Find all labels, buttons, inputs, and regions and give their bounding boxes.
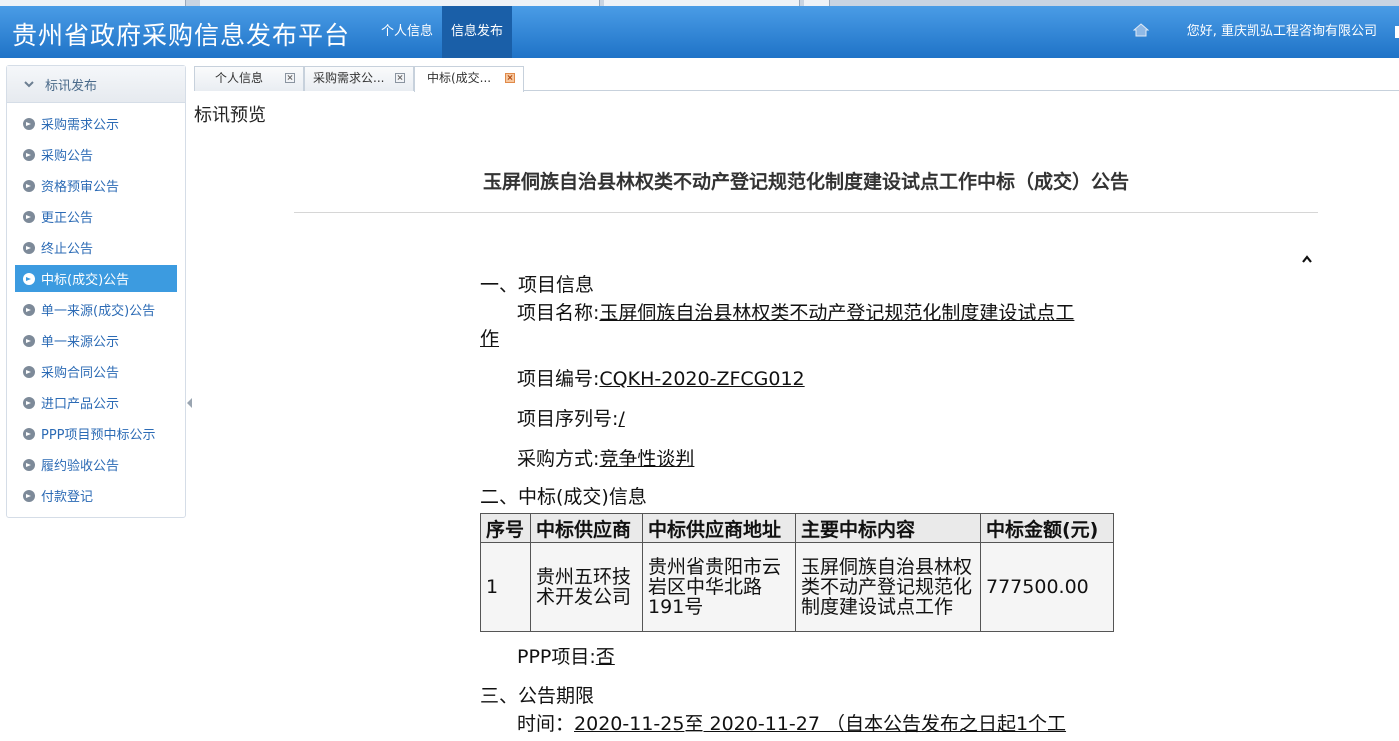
overflow-icon[interactable]: [1395, 26, 1399, 38]
document-title: 玉屏侗族自治县林权类不动产登记规范化制度建设试点工作中标（成交）公告: [482, 171, 1129, 193]
sidebar: 标讯发布 采购需求公示 采购公告 资格预审公告 更正公告 终止公告 中标(成交)…: [6, 65, 186, 518]
sidebar-item-single-source-award[interactable]: 单一来源(成交)公告: [15, 296, 177, 323]
project-name-row: 项目名称:玉屏侗族自治县林权类不动产登记规范化制度建设试点工: [480, 300, 1120, 326]
chevron-down-icon: [24, 81, 34, 88]
sidebar-list: 采购需求公示 采购公告 资格预审公告 更正公告 终止公告 中标(成交)公告 单一…: [7, 103, 185, 509]
time-row: 时间：2020-11-25至 2020-11-27 （自本公告发布之日起1个工: [480, 711, 1120, 737]
user-greeting: 您好, 重庆凯弘工程咨询有限公司: [1186, 24, 1377, 39]
col-header-content: 主要中标内容: [795, 513, 981, 543]
tab-personal-info[interactable]: 个人信息: [194, 66, 304, 91]
col-header-supplier: 中标供应商: [530, 513, 643, 543]
project-no-row: 项目编号:CQKH-2020-ZFCG012: [480, 366, 1120, 392]
table-header-row: 序号 中标供应商 中标供应商地址 主要中标内容 中标金额(元): [480, 513, 1114, 543]
section-period-heading: 三、公告期限: [480, 685, 595, 707]
arrow-circle-icon: [23, 427, 35, 440]
sidebar-item-ppp-pre-award[interactable]: PPP项目预中标公示: [15, 420, 177, 447]
close-icon[interactable]: [395, 73, 405, 83]
col-header-address: 中标供应商地址: [642, 513, 796, 543]
app-header: 贵州省政府采购信息发布平台 个人信息 信息发布 您好, 重庆凯弘工程咨询有限公司: [0, 6, 1399, 58]
sidebar-item-procurement-notice[interactable]: 采购公告: [15, 141, 177, 168]
serial-value: /: [618, 408, 625, 430]
nav-info-publish[interactable]: 信息发布: [442, 6, 513, 58]
brand-title: 贵州省政府采购信息发布平台: [12, 21, 351, 50]
arrow-circle-icon: [23, 303, 35, 316]
cell-amount: 777500.00: [980, 542, 1114, 632]
time-to: 至: [684, 713, 704, 735]
time-end: 2020-11-27 （自本公告发布之日起1个工: [703, 713, 1067, 735]
close-icon[interactable]: [285, 73, 295, 83]
chevron-up-icon[interactable]: [1300, 252, 1314, 266]
col-header-no: 序号: [480, 513, 531, 543]
ppp-row: PPP项目:否: [480, 644, 1120, 670]
home-icon[interactable]: [1133, 23, 1149, 37]
ppp-label: PPP项目:: [517, 646, 596, 668]
top-nav: 个人信息 信息发布: [372, 6, 513, 58]
serial-label: 项目序列号:: [517, 408, 619, 430]
method-row: 采购方式:竞争性谈判: [480, 446, 1120, 472]
method-value: 竞争性谈判: [599, 448, 695, 470]
close-icon[interactable]: [505, 73, 515, 83]
arrow-circle-icon: [23, 148, 35, 161]
table-row: 1 贵州五环技术开发公司 贵州省贵阳市云岩区中华北路191号 玉屏侗族自治县林权…: [480, 542, 1114, 632]
section-project-info-heading: 一、项目信息: [480, 274, 595, 296]
arrow-circle-icon: [23, 117, 35, 130]
sidebar-item-termination[interactable]: 终止公告: [15, 234, 177, 261]
time-start: 2020-11-25: [574, 713, 685, 735]
cell-supplier: 贵州五环技术开发公司: [530, 542, 643, 632]
arrow-circle-icon: [23, 179, 35, 192]
serial-row: 项目序列号:/: [480, 406, 1120, 432]
nav-personal-info[interactable]: 个人信息: [372, 6, 442, 58]
cell-no: 1: [480, 542, 531, 632]
time-label: 时间：: [517, 713, 575, 735]
col-header-amount: 中标金额(元): [980, 513, 1114, 543]
ppp-value: 否: [595, 646, 615, 668]
sidebar-item-award-notice[interactable]: 中标(成交)公告: [15, 265, 177, 292]
tab-award-notice[interactable]: 中标(成交...: [414, 66, 524, 92]
arrow-circle-icon: [23, 489, 35, 502]
project-no-label: 项目编号:: [517, 368, 600, 390]
content-tabs: 个人信息 采购需求公... 中标(成交...: [194, 66, 1399, 92]
sidebar-item-payment[interactable]: 付款登记: [15, 482, 177, 509]
sidebar-item-procurement-demand[interactable]: 采购需求公示: [15, 110, 177, 137]
section-award-heading: 二、中标(成交)信息: [480, 486, 647, 508]
project-name-wrap: 作: [480, 328, 500, 350]
title-divider: [294, 212, 1318, 213]
sidebar-title: 标讯发布: [45, 78, 98, 94]
method-label: 采购方式:: [517, 448, 600, 470]
arrow-circle-icon: [23, 458, 35, 471]
project-no-value: CQKH-2020-ZFCG012: [599, 368, 805, 390]
collapse-arrow-icon[interactable]: [187, 398, 192, 408]
sidebar-item-prequalification[interactable]: 资格预审公告: [15, 172, 177, 199]
arrow-circle-icon: [23, 241, 35, 254]
sidebar-item-single-source-notice[interactable]: 单一来源公示: [15, 327, 177, 354]
arrow-circle-icon: [23, 210, 35, 223]
arrow-circle-icon: [23, 272, 35, 285]
document-body: 一、项目信息 项目名称:玉屏侗族自治县林权类不动产登记规范化制度建设试点工 作 …: [480, 272, 1120, 512]
document-body-lower: PPP项目:否 三、公告期限 时间：2020-11-25至 2020-11-27…: [480, 644, 1120, 737]
tab-procurement-demand[interactable]: 采购需求公...: [304, 66, 414, 91]
project-name-label: 项目名称:: [517, 302, 600, 324]
cell-address: 贵州省贵阳市云岩区中华北路191号: [642, 542, 796, 632]
sidebar-item-contract-notice[interactable]: 采购合同公告: [15, 358, 177, 385]
award-table: 序号 中标供应商 中标供应商地址 主要中标内容 中标金额(元) 1 贵州五环技术…: [480, 513, 1114, 632]
sidebar-header[interactable]: 标讯发布: [7, 66, 185, 103]
arrow-circle-icon: [23, 365, 35, 378]
project-name-value: 玉屏侗族自治县林权类不动产登记规范化制度建设试点工: [599, 302, 1075, 324]
sidebar-item-acceptance[interactable]: 履约验收公告: [15, 451, 177, 478]
sidebar-item-correction[interactable]: 更正公告: [15, 203, 177, 230]
cell-content: 玉屏侗族自治县林权类不动产登记规范化制度建设试点工作: [795, 542, 981, 632]
arrow-circle-icon: [23, 334, 35, 347]
preview-label: 标讯预览: [194, 105, 266, 126]
arrow-circle-icon: [23, 396, 35, 409]
sidebar-item-import-products[interactable]: 进口产品公示: [15, 389, 177, 416]
